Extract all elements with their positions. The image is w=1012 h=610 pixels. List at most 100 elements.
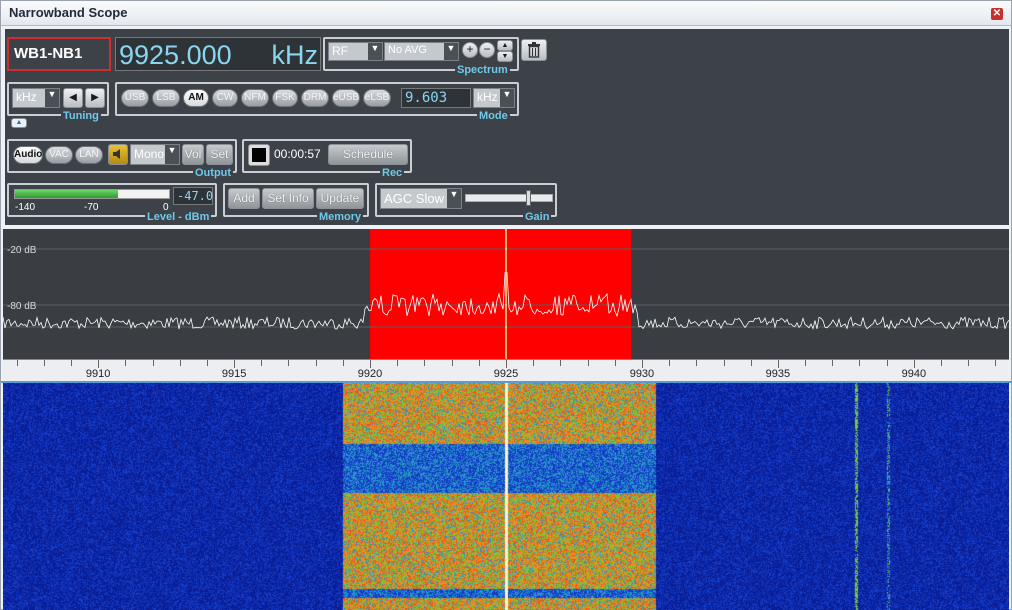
axis-tick [913,360,915,368]
mode-button-eusb[interactable]: eUSB [332,89,360,107]
zoom-in-icon[interactable]: + [462,42,478,58]
axis-tick [941,360,943,366]
axis-tick [206,360,208,366]
collapse-icon[interactable]: ▲ [11,118,27,128]
axis-tick-label: 9940 [901,368,927,380]
axis-tick [669,360,671,366]
axis-tick [98,360,100,368]
gain-label: Gain [523,211,552,223]
mode-button-cw[interactable]: CW [212,89,238,107]
bandwidth-display[interactable]: 9.603 [401,88,471,108]
db-label-bottom: -80 dB [7,301,37,312]
axis-tick [397,360,399,366]
volume-button[interactable]: Vol [182,144,204,165]
spectrum-display[interactable]: -20 dB -80 dB [3,229,1009,359]
axis-tick [179,360,181,366]
mode-button-lsb[interactable]: LSB [152,89,180,107]
memory-set-info-button[interactable]: Set Info [262,188,314,209]
agc-select[interactable]: AGC Slow ▼ [380,188,462,209]
memory-update-button[interactable]: Update [316,188,364,209]
axis-tick [16,360,18,366]
axis-tick [315,360,317,366]
memory-label: Memory [317,211,364,223]
mode-label: Mode [477,110,510,122]
mode-button-elsb[interactable]: eLSB [363,89,391,107]
gain-group: AGC Slow ▼ Gain [375,183,557,223]
tuning-step-select[interactable]: kHz ▼ [12,88,60,108]
axis-tick [968,360,970,366]
output-settings-button[interactable]: Set [206,144,233,165]
spectrum-group: RF ▼ No AVG ▼ + − ▲ ▼ Spectrum [323,37,519,76]
schedule-button[interactable]: Schedule [328,144,408,165]
gain-slider-thumb[interactable] [525,190,531,206]
axis-tick [859,360,861,366]
frequency-unit: kHz [271,40,319,70]
chevron-down-icon: ▼ [45,89,59,107]
mode-button-fsk[interactable]: FSK [272,89,298,107]
axis-tick [777,360,779,368]
lan-button[interactable]: LAN [75,146,103,164]
level-meter [14,189,170,199]
level-meter-fill [15,190,119,198]
frequency-display[interactable]: 9925.000 kHz [115,37,321,71]
axis-tick [533,360,535,366]
axis-tick [641,360,643,368]
gain-slider-track[interactable] [465,190,553,206]
axis-tick [234,360,236,368]
axis-tick-label: 9920 [357,368,383,380]
axis-tick [560,360,562,366]
level-scale-mid: -70 [84,202,99,213]
frequency-axis: 9910 9915 9920 9925 9930 9935 9940 [3,359,1009,381]
chevron-down-icon: ▼ [500,89,514,107]
channel-select[interactable]: Mono ▼ [130,144,180,165]
audio-button[interactable]: Audio [13,146,43,164]
mode-button-usb[interactable]: USB [121,89,149,107]
waterfall-display[interactable] [3,383,1009,610]
memory-add-button[interactable]: Add [228,188,260,209]
axis-tick [288,360,290,366]
mode-button-nfm[interactable]: NFM [241,89,269,107]
bandwidth-unit-select[interactable]: kHz ▼ [473,88,515,108]
axis-tick [886,360,888,366]
spectrum-label: Spectrum [455,64,510,76]
close-icon[interactable]: ✕ [991,8,1003,20]
chevron-down-icon: ▼ [165,145,179,164]
spectrum-source-select[interactable]: RF ▼ [328,42,383,61]
axis-tick-label: 9935 [765,368,791,380]
axis-tick [152,360,154,366]
axis-tick [832,360,834,366]
spectrum-plot: -20 dB -80 dB [3,229,1009,359]
tune-left-icon[interactable]: ◀ [63,88,83,108]
axis-tick [70,360,72,366]
axis-tick [587,360,589,366]
output-group: Audio VAC LAN Mono ▼ Vol Set Output [7,139,237,179]
narrowband-scope-window: Narrowband Scope ✕ WB1-NB1 9925.000 kHz … [0,0,1012,610]
vac-button[interactable]: VAC [45,146,73,164]
axis-tick [342,360,344,366]
rec-group: 00:00:57 Schedule Rec [242,139,412,179]
axis-tick [261,360,263,366]
rec-time: 00:00:57 [274,147,321,161]
trash-icon[interactable] [521,39,547,61]
receiver-name-box: WB1-NB1 [7,37,111,71]
axis-tick [614,360,616,366]
axis-tick-label: 9930 [629,368,655,380]
level-group: -140 -70 0 -47.0 Level - dBm [7,183,217,223]
axis-tick [451,360,453,366]
mode-button-am[interactable]: AM [183,89,209,107]
axis-tick [750,360,752,366]
rec-label: Rec [380,167,405,179]
frequency-value: 9925.000 [119,40,232,70]
axis-tick [370,360,372,368]
tune-right-icon[interactable]: ▶ [85,88,105,108]
axis-tick [995,360,997,366]
scroll-up-icon[interactable]: ▲ [497,40,513,51]
averaging-select[interactable]: No AVG ▼ [384,42,459,61]
record-stop-icon[interactable] [248,144,270,166]
scroll-down-icon[interactable]: ▼ [497,51,513,62]
db-label-top: -20 dB [7,245,37,256]
mode-button-drm[interactable]: DRM [301,89,329,107]
window-title: Narrowband Scope [9,5,128,20]
zoom-out-icon[interactable]: − [479,42,495,58]
speaker-icon[interactable] [108,144,128,165]
